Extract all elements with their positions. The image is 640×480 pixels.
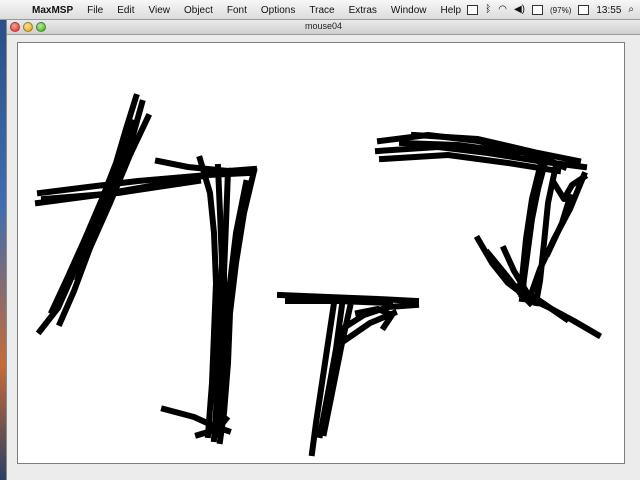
status-area: ᛒ ◠ ◀) (97%) 13:55 ⌕ bbox=[467, 0, 634, 20]
menu-clock[interactable]: 13:55 bbox=[596, 5, 621, 16]
app-menu[interactable]: MaxMSP bbox=[32, 5, 73, 16]
menu-help[interactable]: Help bbox=[441, 5, 462, 16]
menu-edit[interactable]: Edit bbox=[117, 5, 134, 16]
menu-font[interactable]: Font bbox=[227, 5, 247, 16]
patcher-window: mouse04 bbox=[6, 20, 640, 480]
volume-icon[interactable]: ◀) bbox=[514, 4, 525, 16]
menu-object[interactable]: Object bbox=[184, 5, 213, 16]
stroke bbox=[518, 163, 544, 283]
battery-percentage: (97%) bbox=[550, 5, 572, 15]
bluetooth-icon[interactable]: ᛒ bbox=[485, 4, 491, 16]
menu-extras[interactable]: Extras bbox=[349, 5, 377, 16]
spotlight-icon[interactable]: ⌕ bbox=[628, 4, 634, 16]
menu-list: MaxMSP File Edit View Object Font Option… bbox=[32, 0, 475, 20]
stroke bbox=[74, 119, 138, 282]
menu-view[interactable]: View bbox=[148, 5, 170, 16]
drawing-strokes bbox=[34, 93, 603, 457]
window-title: mouse04 bbox=[304, 21, 343, 31]
input-menu-icon[interactable] bbox=[578, 5, 590, 15]
display-icon[interactable] bbox=[467, 5, 479, 15]
stroke bbox=[285, 298, 394, 307]
drawing-canvas[interactable] bbox=[17, 42, 625, 464]
stroke bbox=[56, 113, 152, 327]
stroke bbox=[196, 155, 219, 439]
menu-file[interactable]: File bbox=[87, 5, 103, 16]
stroke bbox=[544, 193, 574, 257]
menu-options[interactable]: Options bbox=[261, 5, 295, 16]
stroke bbox=[48, 93, 140, 315]
wifi-icon[interactable]: ◠ bbox=[498, 4, 507, 16]
window-titlebar[interactable]: mouse04 bbox=[7, 20, 640, 35]
menu-window[interactable]: Window bbox=[391, 5, 427, 16]
stroke bbox=[513, 282, 571, 324]
battery-icon[interactable] bbox=[532, 5, 544, 15]
menu-bar: MaxMSP File Edit View Object Font Option… bbox=[0, 0, 640, 20]
menu-trace[interactable]: Trace bbox=[309, 5, 334, 16]
